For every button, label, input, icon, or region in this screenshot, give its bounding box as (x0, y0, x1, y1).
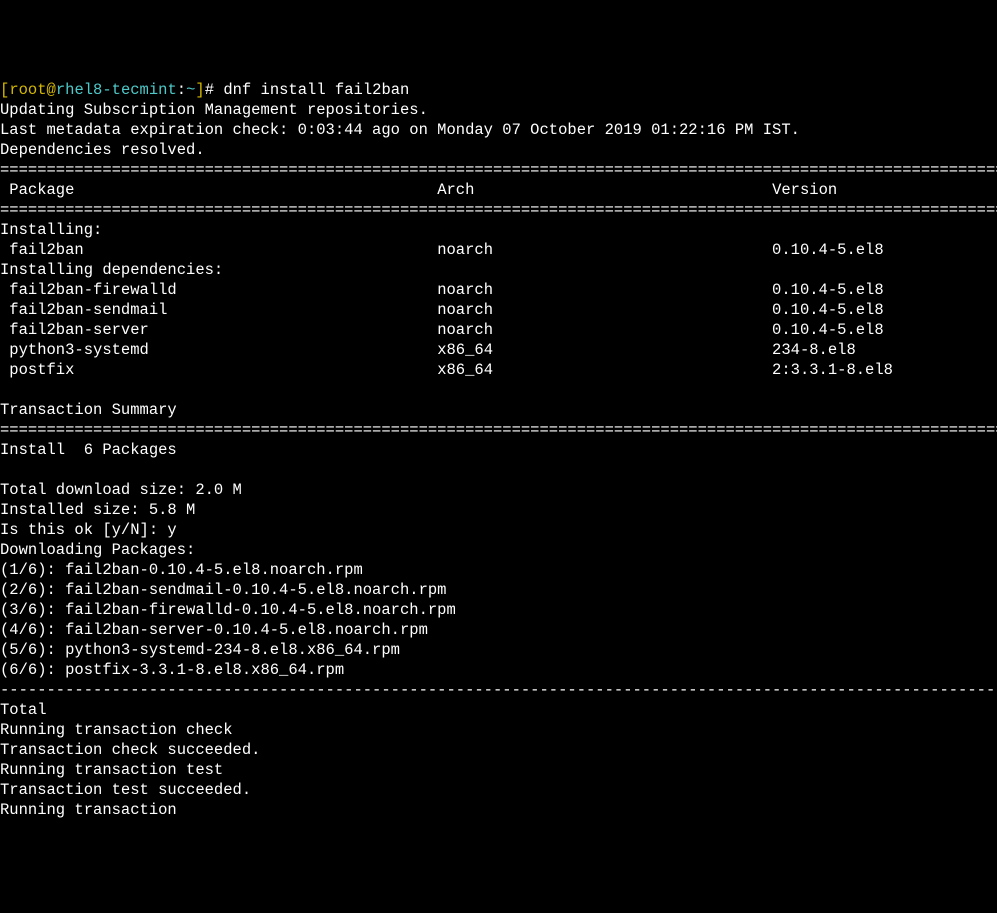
output-line: Last metadata expiration check: 0:03:44 … (0, 121, 800, 139)
pkg-arch: noarch (437, 301, 493, 319)
command-input[interactable]: dnf install fail2ban (223, 81, 409, 99)
pkg-name: postfix (0, 361, 74, 379)
pkg-arch: noarch (437, 321, 493, 339)
install-count: Install 6 Packages (0, 441, 177, 459)
pkg-name: fail2ban (0, 241, 84, 259)
pkg-version: 0.10.4-5.el8 (772, 321, 884, 339)
output-line: Running transaction (0, 801, 177, 819)
prompt-at: @ (47, 81, 56, 99)
pkg-name: python3-systemd (0, 341, 149, 359)
pkg-name: fail2ban-firewalld (0, 281, 177, 299)
pkg-version: 234-8.el8 (772, 341, 856, 359)
col-package: Package (0, 181, 74, 199)
pkg-name: fail2ban-server (0, 321, 149, 339)
package-row: python3-systemd x86_64 234-8.el8 (0, 341, 856, 359)
separator-line: ========================================… (0, 161, 997, 179)
download-line: (4/6): fail2ban-server-0.10.4-5.el8.noar… (0, 621, 428, 639)
output-line: Updating Subscription Management reposit… (0, 101, 428, 119)
prompt-close: ] (195, 81, 204, 99)
pkg-name: fail2ban-sendmail (0, 301, 167, 319)
table-header-row: Package Arch Version (0, 181, 837, 199)
pkg-version: 0.10.4-5.el8 (772, 281, 884, 299)
confirm-prompt[interactable]: Is this ok [y/N]: y (0, 521, 177, 539)
dash-line: ----------------------------------------… (0, 681, 997, 699)
download-line: (5/6): python3-systemd-234-8.el8.x86_64.… (0, 641, 400, 659)
terminal-window[interactable]: [root@rhel8-tecmint:~]# dnf install fail… (0, 80, 997, 813)
download-size: Total download size: 2.0 M (0, 481, 242, 499)
col-version: Version (772, 181, 837, 199)
pkg-version: 0.10.4-5.el8 (772, 301, 884, 319)
downloading-label: Downloading Packages: (0, 541, 195, 559)
prompt-path: ~ (186, 81, 195, 99)
output-line: Running transaction check (0, 721, 233, 739)
separator-line: ========================================… (0, 201, 997, 219)
transaction-summary: Transaction Summary (0, 401, 177, 419)
prompt-colon: : (177, 81, 186, 99)
pkg-version: 0.10.4-5.el8 (772, 241, 884, 259)
prompt-open: [ (0, 81, 9, 99)
output-line: Running transaction test (0, 761, 223, 779)
pkg-arch: x86_64 (437, 361, 493, 379)
download-line: (3/6): fail2ban-firewalld-0.10.4-5.el8.n… (0, 601, 456, 619)
package-row: fail2ban noarch 0.10.4-5.el8 (0, 241, 884, 259)
download-line: (1/6): fail2ban-0.10.4-5.el8.noarch.rpm (0, 561, 363, 579)
output-line: Transaction test succeeded. (0, 781, 251, 799)
separator-line: ========================================… (0, 421, 997, 439)
package-row: postfix x86_64 2:3.3.1-8.el8 (0, 361, 893, 379)
download-line: (2/6): fail2ban-sendmail-0.10.4-5.el8.no… (0, 581, 446, 599)
installing-deps-label: Installing dependencies: (0, 261, 223, 279)
installing-label: Installing: (0, 221, 102, 239)
package-row: fail2ban-sendmail noarch 0.10.4-5.el8 (0, 301, 884, 319)
col-arch: Arch (437, 181, 474, 199)
prompt-hash: # (205, 81, 224, 99)
output-line: Transaction check succeeded. (0, 741, 260, 759)
pkg-version: 2:3.3.1-8.el8 (772, 361, 893, 379)
package-row: fail2ban-firewalld noarch 0.10.4-5.el8 (0, 281, 884, 299)
prompt-user: root (9, 81, 46, 99)
output-line: Dependencies resolved. (0, 141, 205, 159)
download-line: (6/6): postfix-3.3.1-8.el8.x86_64.rpm (0, 661, 344, 679)
pkg-arch: x86_64 (437, 341, 493, 359)
pkg-arch: noarch (437, 241, 493, 259)
total-label: Total (0, 701, 47, 719)
prompt-host: rhel8-tecmint (56, 81, 177, 99)
installed-size: Installed size: 5.8 M (0, 501, 195, 519)
pkg-arch: noarch (437, 281, 493, 299)
package-row: fail2ban-server noarch 0.10.4-5.el8 (0, 321, 884, 339)
